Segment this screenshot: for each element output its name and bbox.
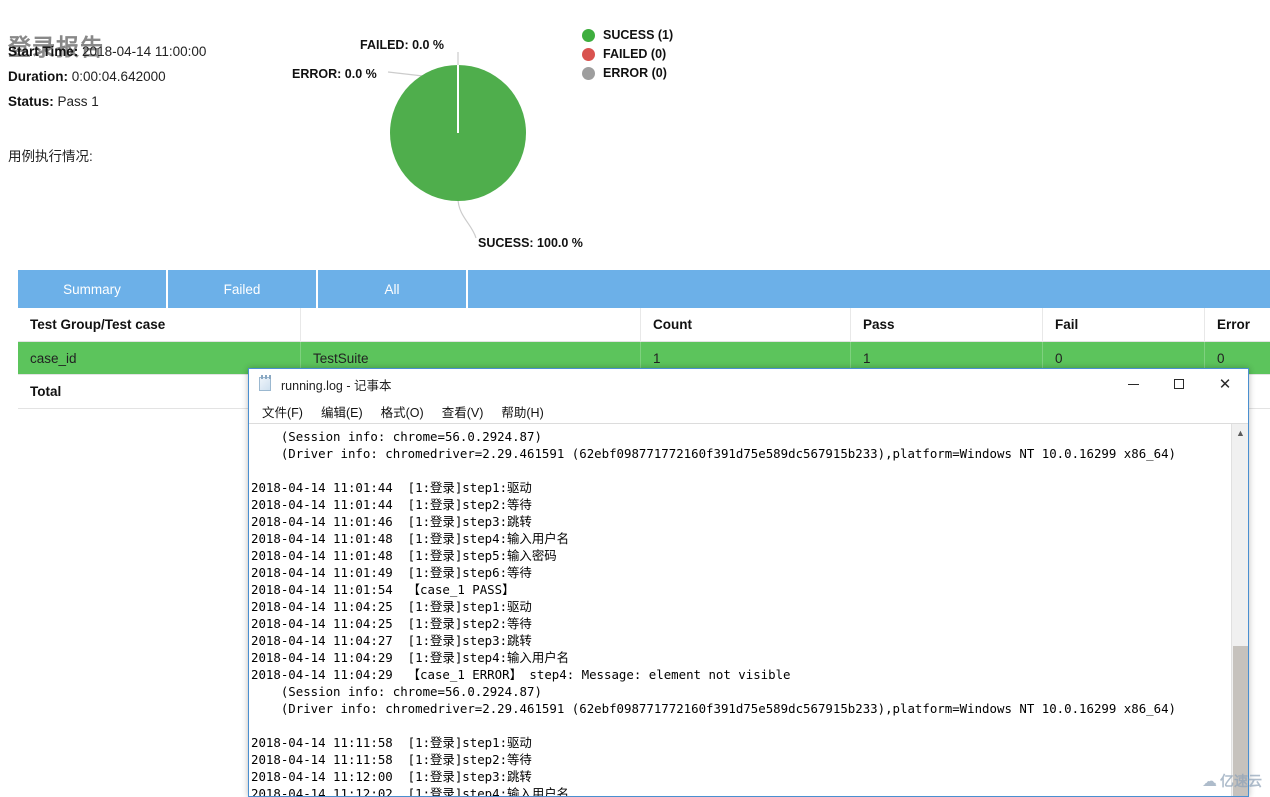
- notepad-title: running.log - 记事本: [281, 378, 392, 393]
- watermark-text: 亿速云: [1220, 773, 1262, 789]
- notepad-menubar: 文件(F) 编辑(E) 格式(O) 查看(V) 帮助(H): [249, 399, 1248, 423]
- status-label: Status:: [8, 94, 54, 109]
- start-time-row: Start Time: 2018-04-14 11:00:00: [8, 44, 206, 59]
- minimize-button[interactable]: [1110, 369, 1156, 399]
- maximize-icon: [1174, 379, 1184, 389]
- start-time-label: Start Time:: [8, 44, 79, 59]
- table-tabbar: Summary Failed All: [18, 270, 1270, 308]
- start-time-value: 2018-04-14 11:00:00: [82, 44, 207, 59]
- notepad-window[interactable]: running.log - 记事本 ✕ 文件(F) 编辑(E) 格式(O) 查看…: [248, 368, 1249, 797]
- notepad-titlebar[interactable]: running.log - 记事本 ✕: [249, 369, 1248, 399]
- header-count: Count: [640, 307, 850, 342]
- tab-summary[interactable]: Summary: [18, 270, 168, 308]
- legend-dot-sucess-icon: [582, 28, 595, 42]
- pie-label-failed: FAILED: 0.0 %: [360, 38, 445, 52]
- pie-graphic: [390, 65, 526, 201]
- tabbar-filler: [468, 270, 1270, 308]
- minimize-icon: [1127, 383, 1139, 385]
- menu-file[interactable]: 文件(F): [253, 402, 312, 421]
- table-header-row: Test Group/Test case Count Pass Fail Err…: [18, 307, 1270, 342]
- status-value: Pass 1: [57, 94, 99, 109]
- pie-slice-success: [390, 65, 526, 201]
- tab-failed[interactable]: Failed: [168, 270, 318, 308]
- duration-row: Duration: 0:00:04.642000: [8, 69, 166, 84]
- execution-note: 用例执行情况:: [8, 149, 93, 164]
- duration-label: Duration:: [8, 69, 68, 84]
- chart-legend: SUCESS (1) FAILED (0) ERROR (0): [582, 26, 673, 82]
- pie-label-error: ERROR: 0.0 %: [292, 67, 377, 81]
- page-root: 登录报告 Start Time: 2018-04-14 11:00:00 Dur…: [0, 0, 1270, 797]
- legend-item-failed: FAILED (0): [582, 45, 673, 63]
- header-fail: Fail: [1042, 307, 1204, 342]
- pie-label-success: SUCESS: 100.0 %: [478, 236, 583, 250]
- window-controls: ✕: [1110, 369, 1248, 399]
- duration-value: 0:00:04.642000: [71, 69, 166, 84]
- header-error: Error: [1204, 307, 1270, 342]
- header-pass: Pass: [850, 307, 1042, 342]
- cloud-logo-icon: ☁: [1202, 773, 1217, 790]
- notepad-body: (Session info: chrome=56.0.2924.87) (Dri…: [249, 423, 1248, 796]
- close-icon: ✕: [1218, 375, 1232, 393]
- menu-help[interactable]: 帮助(H): [492, 402, 552, 421]
- menu-edit[interactable]: 编辑(E): [312, 402, 372, 421]
- scroll-up-arrow-icon[interactable]: ▲: [1232, 424, 1248, 441]
- notepad-icon: [257, 375, 273, 392]
- maximize-button[interactable]: [1156, 369, 1202, 399]
- legend-label-failed: FAILED (0): [603, 47, 667, 61]
- menu-format[interactable]: 格式(O): [372, 402, 433, 421]
- close-button[interactable]: ✕: [1202, 369, 1248, 399]
- tab-all[interactable]: All: [318, 270, 468, 308]
- pie-seam: [457, 65, 459, 133]
- legend-label-sucess: SUCESS (1): [603, 28, 674, 42]
- legend-item-sucess: SUCESS (1): [582, 26, 673, 44]
- header-test-group: Test Group/Test case: [30, 316, 166, 332]
- vertical-scrollbar[interactable]: ▲: [1231, 424, 1248, 796]
- status-row: Status: Pass 1: [8, 94, 99, 109]
- legend-dot-failed-icon: [582, 47, 595, 61]
- legend-dot-error-icon: [582, 66, 595, 80]
- legend-item-error: ERROR (0): [582, 64, 673, 82]
- watermark: ☁ 亿速云: [1202, 771, 1262, 791]
- legend-label-error: ERROR (0): [603, 66, 667, 80]
- menu-view[interactable]: 查看(V): [433, 402, 493, 421]
- log-text-area[interactable]: (Session info: chrome=56.0.2924.87) (Dri…: [249, 424, 1231, 796]
- header-blank: [300, 307, 640, 342]
